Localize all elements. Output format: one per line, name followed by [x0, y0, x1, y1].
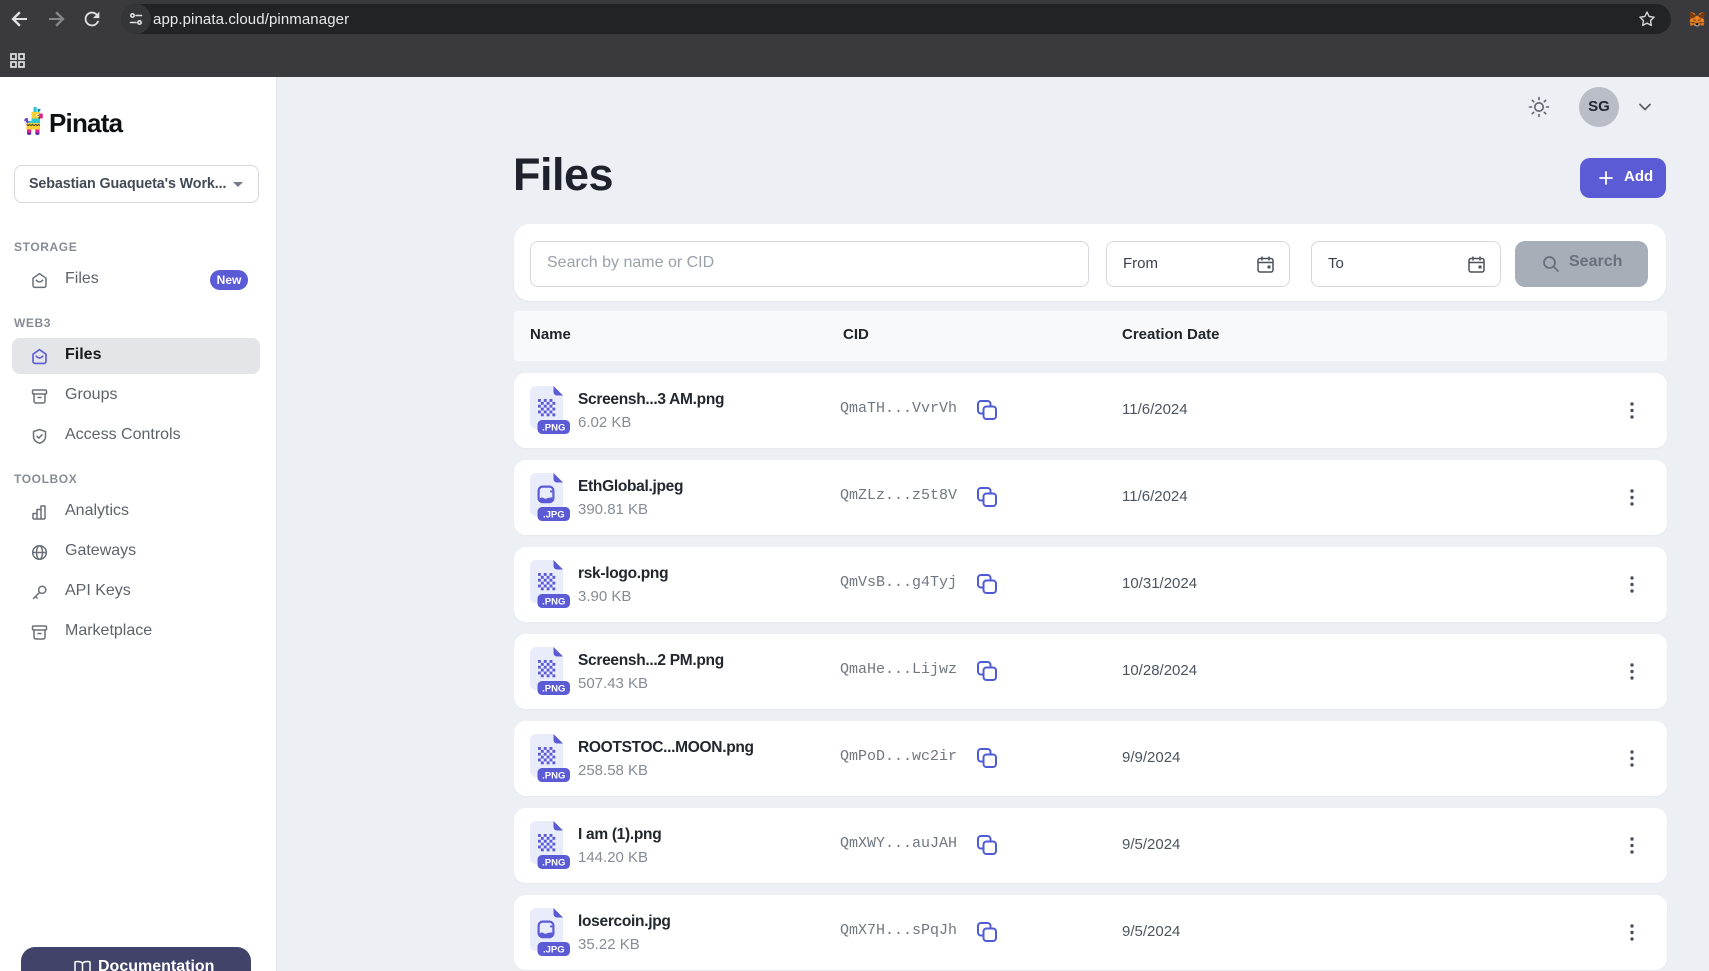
svg-text:.PNG: .PNG: [542, 858, 565, 869]
svg-text:.PNG: .PNG: [542, 423, 565, 434]
svg-text:.PNG: .PNG: [542, 771, 565, 782]
svg-text:.PNG: .PNG: [542, 597, 565, 608]
svg-text:.JPG: .JPG: [543, 945, 565, 956]
svg-text:.PNG: .PNG: [542, 684, 565, 695]
svg-text:.JPG: .JPG: [543, 510, 565, 521]
